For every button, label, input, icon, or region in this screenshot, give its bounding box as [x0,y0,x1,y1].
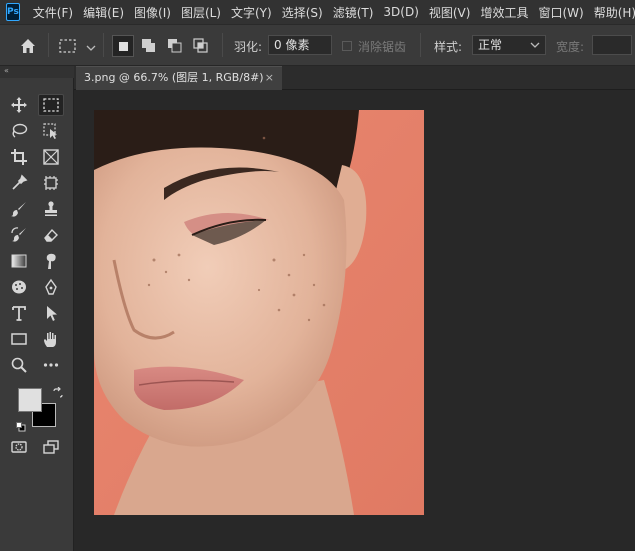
document-tab[interactable]: 3.png @ 66.7% (图层 1, RGB/8#) × [76,66,282,90]
move-tool-icon[interactable] [6,94,32,116]
gradient-tool-icon[interactable] [6,250,32,272]
feather-input[interactable]: 0 像素 [268,35,332,55]
zoom-tool-icon[interactable] [6,354,32,376]
document-tab-title: 3.png @ 66.7% (图层 1, RGB/8#) [84,71,264,84]
type-tool-icon[interactable] [6,302,32,324]
chevron-down-icon[interactable] [85,39,97,51]
rectangle-tool-icon[interactable] [6,328,32,350]
canvas-area[interactable] [74,90,635,551]
rectangular-marquee-tool-icon[interactable] [38,94,64,116]
style-select-value: 正常 [478,38,503,52]
intersect-selection-button[interactable] [190,35,212,57]
menu-file[interactable]: 文件(F) [28,4,78,21]
document-tab-bar: 3.png @ 66.7% (图层 1, RGB/8#) × [74,66,635,90]
screen-mode-icon[interactable] [38,436,64,458]
menu-layer[interactable]: 图层(L) [176,4,226,21]
portrait-photo[interactable] [94,110,424,515]
crop-tool-icon[interactable] [6,146,32,168]
smudge-tool-icon[interactable] [38,250,64,272]
hand-tool-icon[interactable] [38,328,64,350]
menu-help[interactable]: 帮助(H) [589,4,635,21]
feather-label: 羽化: [234,40,263,54]
options-bar: 羽化: 0 像素 消除锯齿 样式: 正常 宽度: [0,24,635,66]
menu-type[interactable]: 文字(Y) [226,4,277,21]
menu-plugins[interactable]: 增效工具 [475,4,533,21]
default-colors-icon[interactable] [16,417,26,432]
brush-tool-icon[interactable] [6,198,32,220]
antialias-checkbox[interactable] [342,41,352,51]
menu-view[interactable]: 视图(V) [424,4,476,21]
width-input[interactable] [592,35,632,55]
menu-bar: Ps 文件(F) 编辑(E) 图像(I) 图层(L) 文字(Y) 选择(S) 滤… [0,0,635,24]
home-icon[interactable] [18,36,38,56]
separator [103,33,104,57]
new-selection-button[interactable] [112,35,134,57]
object-selection-tool-icon[interactable] [38,120,64,142]
menu-select[interactable]: 选择(S) [277,4,328,21]
close-icon[interactable]: × [265,67,274,89]
photoshop-logo: Ps [6,3,20,21]
eraser-tool-icon[interactable] [38,224,64,246]
add-to-selection-button[interactable] [138,35,160,57]
chevron-down-icon [530,36,540,59]
tools-panel [0,78,74,551]
stamp-tool-icon[interactable] [38,198,64,220]
menu-image[interactable]: 图像(I) [129,4,176,21]
style-select[interactable]: 正常 [472,35,546,55]
menu-3d[interactable]: 3D(D) [378,5,423,19]
history-brush-tool-icon[interactable] [6,224,32,246]
eyedropper-tool-icon[interactable] [6,172,32,194]
tools-collapse-toggle[interactable]: « [0,66,74,78]
separator [420,33,421,57]
menu-edit[interactable]: 编辑(E) [78,4,129,21]
marquee-tool-preset-icon[interactable] [58,37,78,55]
style-label: 样式: [434,40,463,54]
separator [222,33,223,57]
sponge-tool-icon[interactable] [6,276,32,298]
antialias-label: 消除锯齿 [358,40,407,54]
more-tools-icon[interactable] [38,354,64,376]
pen-tool-icon[interactable] [38,276,64,298]
menu-window[interactable]: 窗口(W) [533,4,588,21]
menu-filter[interactable]: 滤镜(T) [328,4,379,21]
lasso-tool-icon[interactable] [6,120,32,142]
frame-3d-tool-icon[interactable] [38,172,64,194]
quick-mask-icon[interactable] [6,436,32,458]
separator [48,33,49,57]
frame-tool-icon[interactable] [38,146,64,168]
foreground-color-swatch[interactable] [18,388,42,412]
path-selection-tool-icon[interactable] [38,302,64,324]
subtract-from-selection-button[interactable] [164,35,186,57]
width-label: 宽度: [556,40,585,54]
swap-colors-icon[interactable] [52,384,64,398]
